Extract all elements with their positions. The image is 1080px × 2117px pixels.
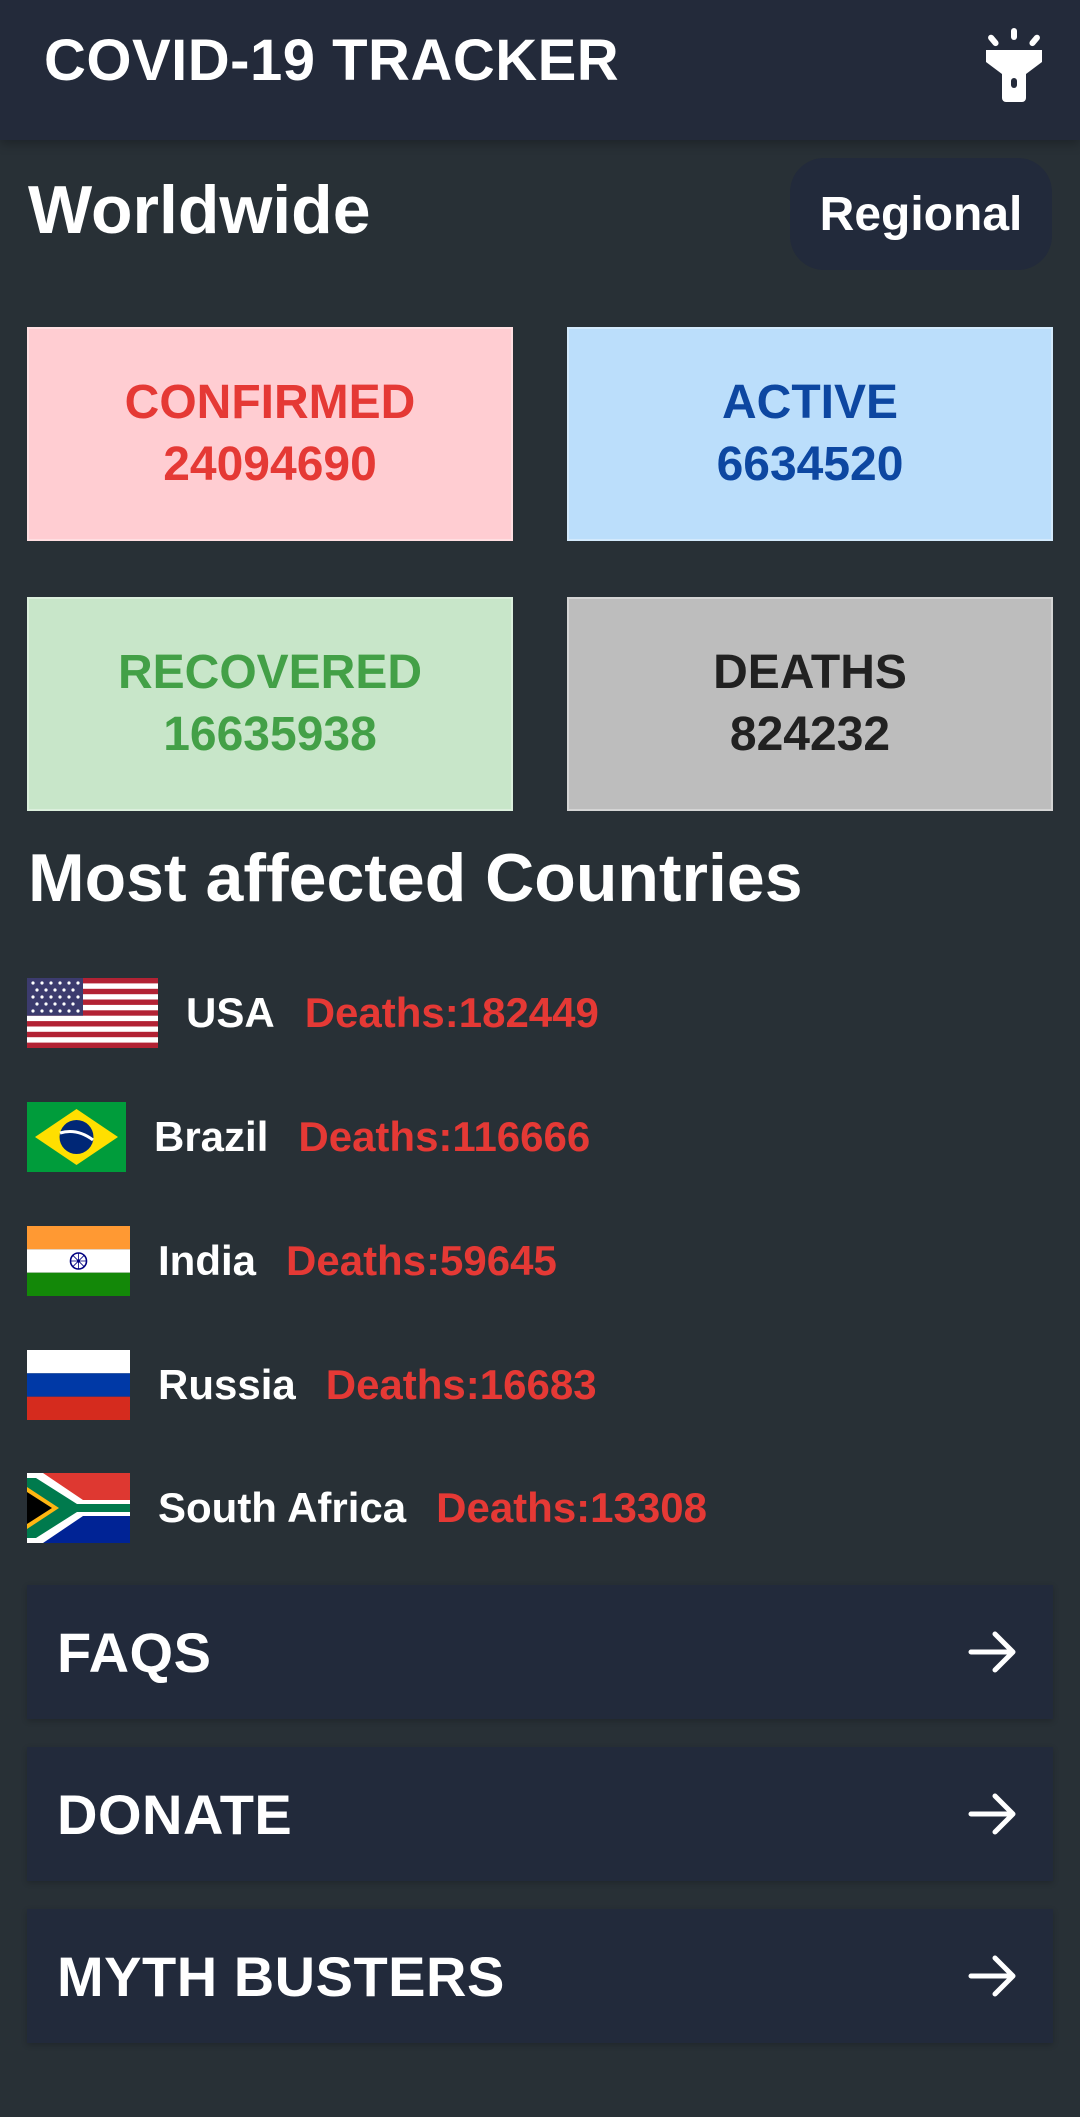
- country-deaths: Deaths:116666: [298, 1113, 591, 1160]
- deaths-label: DEATHS: [713, 646, 907, 699]
- app-bar: COVID-19 TRACKER: [0, 0, 1080, 140]
- confirmed-card: CONFIRMED 24094690: [27, 327, 513, 541]
- arrow-right-icon: [968, 1955, 1016, 1997]
- app-title: COVID-19 TRACKER: [44, 28, 620, 93]
- flashlight-icon[interactable]: [982, 28, 1046, 102]
- confirmed-value: 24094690: [163, 438, 377, 491]
- faqs-button[interactable]: FAQS: [27, 1585, 1053, 1719]
- most-affected-title: Most affected Countries: [28, 840, 803, 916]
- faqs-label: FAQS: [57, 1620, 212, 1684]
- country-name: USA: [186, 989, 275, 1036]
- country-name: South Africa: [158, 1484, 407, 1531]
- active-label: ACTIVE: [721, 376, 898, 429]
- arrow-right-icon: [968, 1793, 1016, 1835]
- donate-button[interactable]: DONATE: [27, 1747, 1053, 1881]
- country-deaths: Deaths:13308: [436, 1484, 707, 1531]
- active-value: 6634520: [716, 438, 904, 491]
- myth-busters-button[interactable]: MYTH BUSTERS: [27, 1909, 1053, 2043]
- india-flag-icon: [27, 1226, 130, 1296]
- russia-flag-icon: [27, 1350, 130, 1420]
- recovered-value: 16635938: [163, 708, 377, 761]
- country-name: Brazil: [154, 1113, 269, 1160]
- country-deaths: Deaths:182449: [304, 989, 599, 1036]
- recovered-card: RECOVERED 16635938: [27, 597, 513, 811]
- deaths-value: 824232: [729, 708, 891, 761]
- usa-flag-icon: [27, 978, 158, 1048]
- myth-busters-label: MYTH BUSTERS: [57, 1944, 505, 2008]
- active-card: ACTIVE 6634520: [567, 327, 1053, 541]
- worldwide-title: Worldwide: [28, 172, 371, 248]
- south-africa-flag-icon: [27, 1473, 130, 1543]
- country-name: Russia: [158, 1361, 296, 1408]
- country-deaths: Deaths:59645: [286, 1237, 557, 1284]
- country-name: India: [158, 1237, 257, 1284]
- list-item[interactable]: Russia Deaths:16683: [27, 1350, 597, 1420]
- list-item[interactable]: South Africa Deaths:13308: [27, 1473, 707, 1543]
- deaths-card: DEATHS 824232: [567, 597, 1053, 811]
- list-item[interactable]: India Deaths:59645: [27, 1226, 557, 1296]
- brazil-flag-icon: [27, 1102, 126, 1172]
- donate-label: DONATE: [57, 1782, 293, 1846]
- country-deaths: Deaths:16683: [325, 1361, 597, 1408]
- regional-button[interactable]: Regional: [790, 158, 1052, 270]
- list-item[interactable]: Brazil Deaths:116666: [27, 1102, 590, 1172]
- recovered-label: RECOVERED: [117, 646, 423, 699]
- list-item[interactable]: USA Deaths:182449: [27, 978, 599, 1048]
- confirmed-label: CONFIRMED: [124, 376, 416, 429]
- arrow-right-icon: [968, 1631, 1016, 1673]
